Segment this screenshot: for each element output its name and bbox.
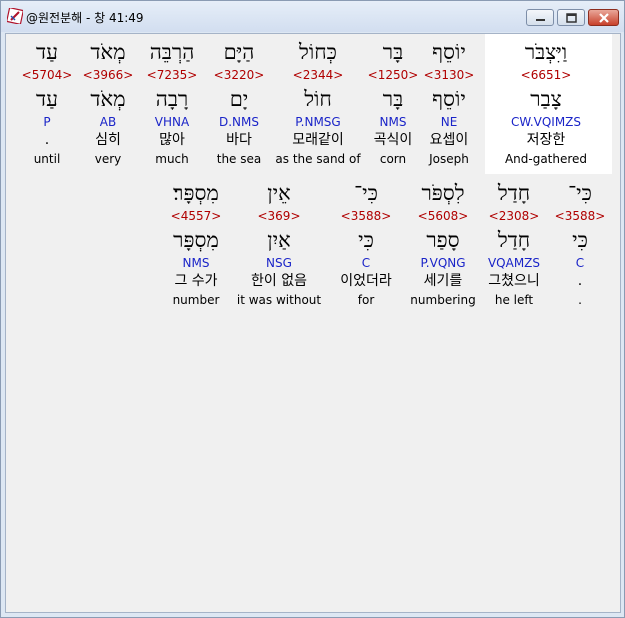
hebrew-word: מִסְפָּר׃ (173, 181, 219, 205)
strong-number[interactable]: <5704> (0, 68, 107, 82)
maximize-icon (566, 13, 577, 23)
maximize-button[interactable] (557, 9, 585, 26)
close-button[interactable] (588, 9, 619, 26)
window-title: @원전분해 - 창 41:49 (26, 11, 144, 25)
minimize-button[interactable] (526, 9, 554, 26)
korean-gloss: 그 수가 (174, 273, 218, 289)
app-window: @원전분해 - 창 41:49 וַיִּצְבֹּר <6651> צָבַר CW… (0, 0, 625, 618)
app-icon (7, 8, 23, 24)
lemma: עַד (36, 87, 58, 111)
lemma: מִסְפָּר (173, 228, 219, 252)
strong-number[interactable]: <4557> (136, 209, 256, 223)
parsing-code: P (43, 115, 51, 129)
parsing-code: NMS (182, 256, 210, 270)
minimize-icon (536, 19, 545, 21)
english-gloss: number (172, 293, 220, 307)
hebrew-word: עַד (36, 40, 58, 64)
close-icon (599, 13, 609, 23)
korean-gloss: . (44, 132, 50, 148)
english-gloss: until (33, 152, 61, 166)
analysis-pane[interactable]: וַיִּצְבֹּר <6651> צָבַר CW.VQIMZS 저장한 And-ga… (5, 33, 621, 613)
title-bar[interactable]: @원전분해 - 창 41:49 (1, 1, 624, 32)
